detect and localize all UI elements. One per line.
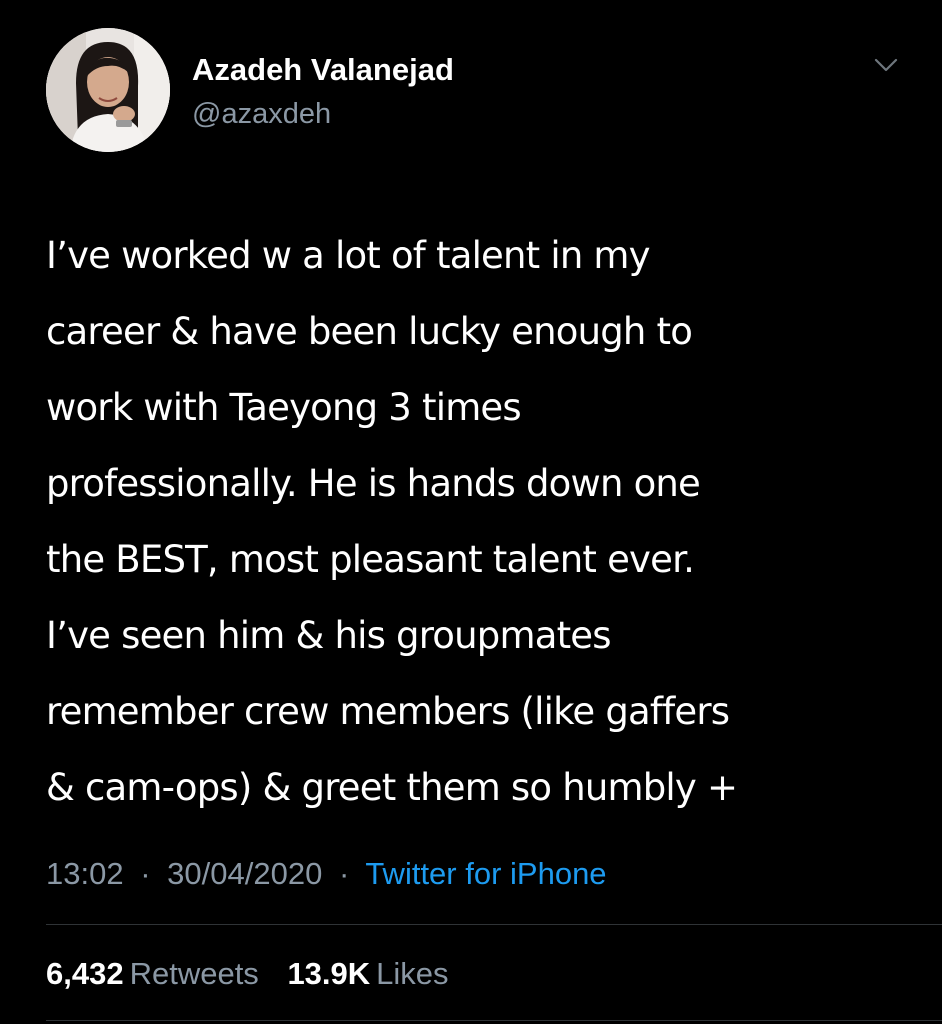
profile-photo-icon	[46, 28, 170, 152]
tweet-text-line: remember crew members (like gaffers	[46, 690, 730, 733]
tweet-source-link[interactable]: Twitter for iPhone	[365, 856, 606, 891]
tweet-text-line: & cam-ops) & greet them so humbly +	[46, 766, 738, 809]
metadata-separator: ·	[338, 856, 350, 891]
tweet-stats: 6,432 Retweets 13.9K Likes	[46, 956, 449, 992]
divider	[46, 924, 942, 925]
likes-count: 13.9K	[287, 956, 371, 991]
author-display-name[interactable]: Azadeh Valanejad	[192, 52, 454, 88]
tweet-text-line: professionally. He is hands down one	[46, 462, 701, 505]
author-handle[interactable]: @azaxdeh	[192, 98, 331, 131]
divider	[46, 1020, 942, 1021]
tweet-text-line: I’ve seen him & his groupmates	[46, 614, 612, 657]
likes-stat[interactable]: 13.9K Likes	[287, 956, 448, 992]
retweets-label: Retweets	[129, 956, 259, 991]
retweets-count: 6,432	[46, 956, 124, 991]
tweet-detail: Azadeh Valanejad @azaxdeh I’ve worked w …	[0, 0, 942, 1024]
chevron-down-icon[interactable]	[868, 52, 904, 82]
tweet-text-line: work with Taeyong 3 times	[46, 386, 522, 429]
tweet-text-line: I’ve worked w a lot of talent in my	[46, 234, 651, 277]
retweets-stat[interactable]: 6,432 Retweets	[46, 956, 259, 992]
tweet-time[interactable]: 13:02	[46, 856, 124, 891]
tweet-date[interactable]: 30/04/2020	[167, 856, 322, 891]
tweet-metadata: 13:02 · 30/04/2020 · Twitter for iPhone	[46, 856, 607, 892]
avatar[interactable]	[46, 28, 170, 152]
tweet-text-line: the BEST, most pleasant talent ever.	[46, 538, 695, 581]
tweet-text: I’ve worked w a lot of talent in my care…	[46, 218, 906, 826]
likes-label: Likes	[376, 956, 449, 991]
metadata-separator: ·	[140, 856, 151, 891]
tweet-text-line: career & have been lucky enough to	[46, 310, 693, 353]
